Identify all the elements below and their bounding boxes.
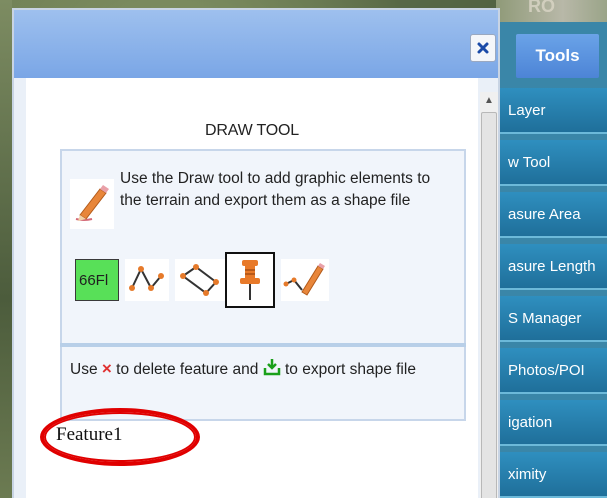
menu-item-measure-length[interactable]: asure Length	[496, 244, 607, 290]
description-text: Use the Draw tool to add graphic element…	[120, 170, 431, 209]
dialog-title: DRAW TOOL	[205, 122, 299, 139]
draw-tool-dialog: DRAW TOOL Use the Draw tool to add graph…	[12, 8, 500, 498]
dialog-header[interactable]	[14, 10, 498, 78]
close-button[interactable]	[470, 34, 496, 62]
dialog-body: DRAW TOOL Use the Draw tool to add graph…	[14, 78, 498, 498]
help-prefix: Use	[70, 361, 98, 378]
polyline-tool-icon	[127, 260, 167, 300]
help-suffix: to export shape file	[284, 361, 416, 378]
polygon-tool-button[interactable]	[175, 259, 225, 301]
freehand-line-tool-icon	[282, 260, 328, 300]
close-icon	[476, 41, 490, 55]
menu-item-draw-tool[interactable]: w Tool	[496, 140, 607, 186]
tools-panel: Tools Layer w Tool asure Area asure Leng…	[496, 22, 607, 498]
section-divider	[60, 343, 466, 347]
menu-item-proximity[interactable]: ximity	[496, 452, 607, 498]
pushpin-tool-icon	[235, 257, 265, 303]
help-middle: to delete feature and	[116, 361, 259, 378]
text-tool-label: 66Fl	[79, 271, 109, 289]
text-tool-button[interactable]: 66Fl	[75, 259, 119, 301]
menu-item-measure-area[interactable]: asure Area	[496, 192, 607, 238]
menu-item-manager[interactable]: S Manager	[496, 296, 607, 342]
menu-item-layer[interactable]: Layer	[496, 88, 607, 134]
scroll-thumb[interactable]	[481, 112, 497, 498]
draw-tool-content: DRAW TOOL Use the Draw tool to add graph…	[26, 78, 478, 498]
scroll-up-arrow-icon[interactable]: ▲	[480, 92, 498, 108]
help-text: Use × to delete feature and to export sh…	[70, 358, 430, 383]
pushpin-tool-button[interactable]	[225, 252, 275, 308]
map-edge	[0, 0, 12, 498]
export-icon	[263, 358, 281, 383]
feature-item[interactable]: Feature1	[56, 424, 122, 446]
polygon-tool-icon	[178, 260, 222, 300]
polyline-tool-button[interactable]	[125, 259, 169, 301]
map-overlay-text: RO	[528, 0, 555, 16]
menu-item-photos-poi[interactable]: Photos/POI	[496, 348, 607, 394]
freehand-line-tool-button[interactable]	[281, 259, 329, 301]
pencil-icon	[70, 179, 114, 229]
delete-icon: ×	[101, 359, 112, 378]
tools-button[interactable]: Tools	[516, 34, 599, 78]
scrollbar[interactable]: ▲	[480, 92, 498, 498]
menu-item-navigation[interactable]: igation	[496, 400, 607, 446]
